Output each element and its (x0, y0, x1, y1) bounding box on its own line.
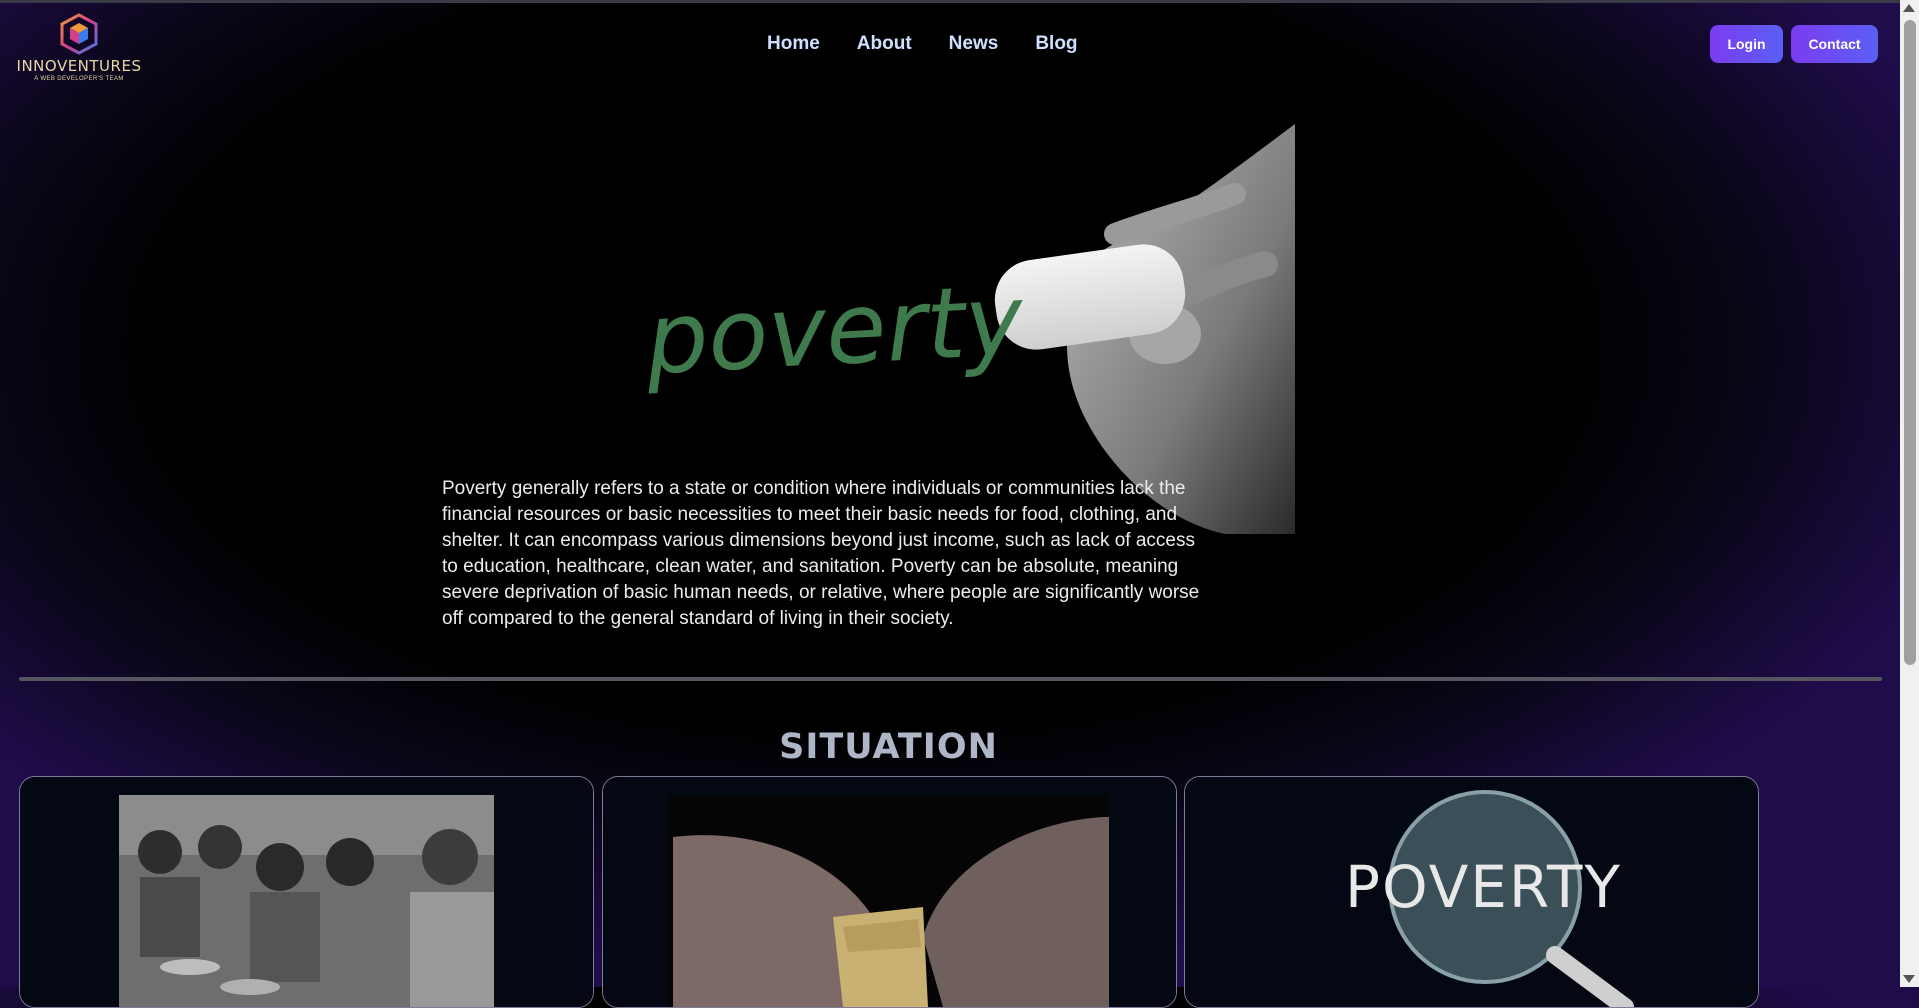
magnifier-image-text: POVERTY (1345, 853, 1622, 921)
logo-tagline: A WEB DEVELOPER'S TEAM (34, 76, 124, 82)
nav-home-link[interactable]: Home (767, 33, 820, 55)
situation-card[interactable] (602, 776, 1177, 1008)
poverty-description: Poverty generally refers to a state or c… (442, 478, 1200, 629)
main-nav: Home About News Blog (767, 33, 1078, 55)
children-photo (20, 777, 593, 1007)
section-divider (19, 677, 1882, 681)
logo-hexagon-icon (60, 13, 98, 55)
vertical-scrollbar[interactable] (1900, 0, 1919, 987)
situation-card[interactable] (19, 776, 594, 1008)
contact-button[interactable]: Contact (1791, 25, 1878, 63)
hero-image: poverty (625, 124, 1295, 534)
site-header: INNOVENTURES A WEB DEVELOPER'S TEAM Home… (0, 3, 1900, 93)
nav-blog-link[interactable]: Blog (1035, 33, 1077, 55)
nav-news-link[interactable]: News (949, 33, 999, 55)
scroll-down-arrow-icon[interactable] (1903, 975, 1915, 983)
magnifier-poverty-photo: POVERTY (1185, 777, 1758, 1007)
situation-card[interactable]: POVERTY (1184, 776, 1759, 1008)
scroll-up-arrow-icon[interactable] (1903, 4, 1915, 12)
login-button[interactable]: Login (1710, 25, 1783, 63)
scroll-thumb[interactable] (1904, 20, 1916, 665)
situation-title: SITUATION (779, 727, 998, 768)
nav-about-link[interactable]: About (857, 33, 912, 55)
hands-bread-photo (603, 777, 1176, 1007)
logo[interactable]: INNOVENTURES A WEB DEVELOPER'S TEAM (14, 13, 144, 91)
hero-image-text: poverty (642, 264, 1028, 398)
logo-name: INNOVENTURES (16, 57, 142, 75)
